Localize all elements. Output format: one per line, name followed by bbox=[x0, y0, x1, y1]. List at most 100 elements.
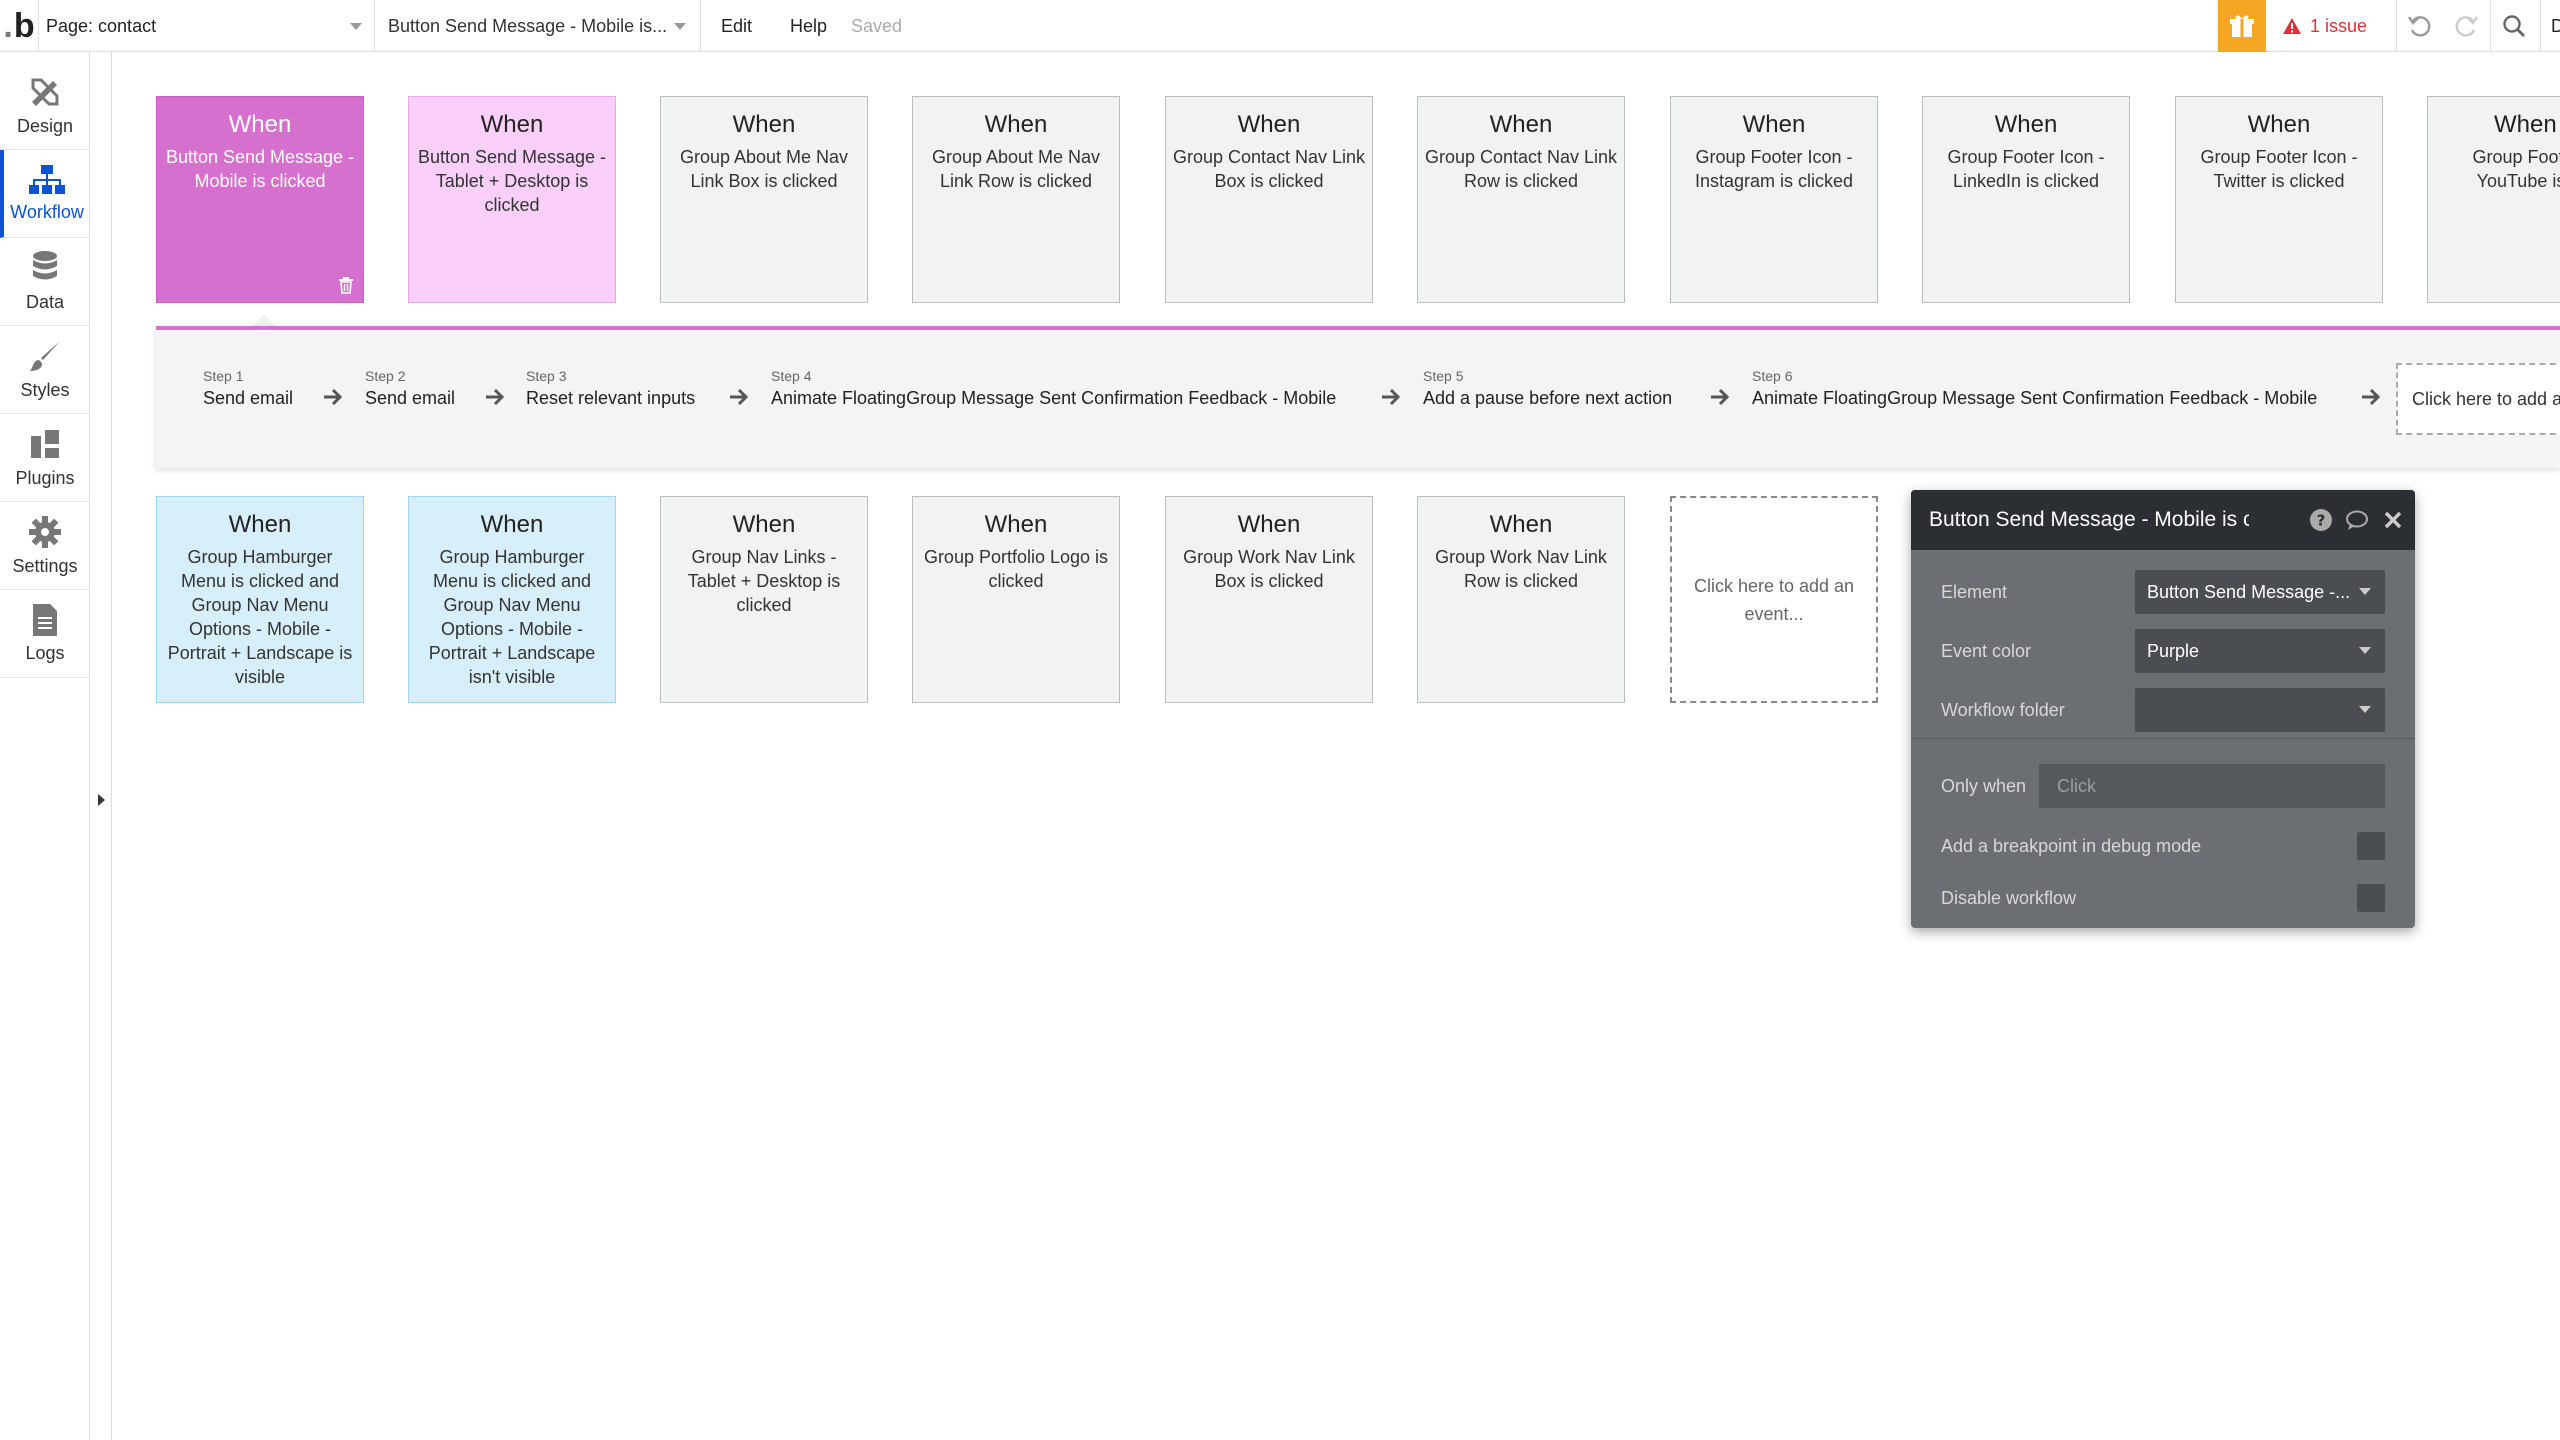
gift-button[interactable] bbox=[2218, 0, 2266, 52]
menu-edit[interactable]: Edit bbox=[721, 0, 752, 52]
workflow-step[interactable]: Step 3 Reset relevant inputs bbox=[526, 368, 695, 409]
event-card[interactable]: When Group About Me Nav Link Box is clic… bbox=[660, 96, 868, 303]
sidebar-item-label: Workflow bbox=[10, 202, 84, 222]
event-when-label: When bbox=[1994, 111, 2058, 138]
save-status: Saved bbox=[851, 15, 903, 36]
panel-header[interactable]: Button Send Message - Mobile is clicked … bbox=[1911, 490, 2415, 550]
add-event-button[interactable]: Click here to add an event... bbox=[1670, 496, 1878, 703]
chevron-down-icon bbox=[2359, 588, 2371, 595]
event-when-label: When bbox=[984, 111, 1048, 138]
event-description: Group Hamburger Menu is clicked and Grou… bbox=[167, 547, 353, 687]
event-color-value: Purple bbox=[2147, 640, 2200, 661]
event-card[interactable]: When Group Work Nav Link Row is clicked bbox=[1417, 496, 1625, 703]
event-card[interactable]: When Group Contact Nav Link Box is click… bbox=[1165, 96, 1373, 303]
only-when-input[interactable]: Click bbox=[2039, 764, 2385, 808]
event-card[interactable]: When Group Contact Nav Link Row is click… bbox=[1417, 96, 1625, 303]
workflow-steps-bar: Step 1 Send email Step 2 Send email Step… bbox=[156, 326, 2560, 468]
event-card[interactable]: When Group Footer Icon - Twitter is clic… bbox=[2175, 96, 2383, 303]
bubble-logo[interactable]: .b bbox=[0, 0, 38, 52]
collapse-rail bbox=[90, 52, 112, 1440]
workflow-folder-dropdown[interactable] bbox=[2135, 688, 2385, 732]
page-selector[interactable]: Page: contact bbox=[46, 0, 372, 52]
event-description: Group Hamburger Menu is clicked and Grou… bbox=[428, 547, 596, 687]
step-action: Animate FloatingGroup Message Sent Confi… bbox=[771, 388, 1337, 408]
chevron-down-icon bbox=[2359, 706, 2371, 713]
sidebar-item-workflow[interactable]: Workflow bbox=[0, 150, 90, 238]
close-icon[interactable] bbox=[2381, 508, 2405, 532]
event-when-label: When bbox=[1489, 511, 1553, 538]
event-color-dropdown[interactable]: Purple bbox=[2135, 629, 2385, 673]
event-description: Button Send Message - Tablet + Desktop i… bbox=[417, 147, 607, 215]
disable-workflow-label: Disable workflow bbox=[1941, 887, 2077, 908]
sidebar-item-settings[interactable]: Settings bbox=[0, 502, 90, 590]
event-description: Group Footer Icon - Instagram is clicked bbox=[1694, 147, 1854, 191]
sidebar-item-label: Styles bbox=[20, 380, 70, 400]
event-card[interactable]: When Group Footer Icon - Instagram is cl… bbox=[1670, 96, 1878, 303]
redo-button[interactable] bbox=[2446, 0, 2486, 52]
disable-workflow-checkbox[interactable] bbox=[2357, 884, 2385, 912]
step-number: Step 5 bbox=[1423, 368, 1464, 384]
expand-arrow-icon[interactable] bbox=[98, 794, 105, 806]
sidebar-item-styles[interactable]: Styles bbox=[0, 326, 90, 414]
arrow-right-icon bbox=[2362, 388, 2381, 406]
sidebar-item-logs[interactable]: Logs bbox=[0, 590, 90, 678]
event-card[interactable]: When Group Work Nav Link Box is clicked bbox=[1165, 496, 1373, 703]
svg-text:?: ? bbox=[2317, 512, 2326, 530]
event-description: Group Footer Icon - LinkedIn is clicked bbox=[1947, 147, 2105, 191]
divider bbox=[700, 0, 701, 52]
gear-icon bbox=[29, 516, 61, 548]
sidebar-item-design[interactable]: Design bbox=[0, 62, 90, 150]
element-dropdown[interactable]: Button Send Message -... bbox=[2135, 570, 2385, 614]
step-number: Step 6 bbox=[1752, 368, 1793, 384]
step-action: Animate FloatingGroup Message Sent Confi… bbox=[1752, 388, 2318, 408]
comment-icon[interactable] bbox=[2345, 508, 2369, 532]
workflow-step[interactable]: Step 4 Animate FloatingGroup Message Sen… bbox=[771, 368, 1336, 409]
menu-help[interactable]: Help bbox=[790, 0, 827, 52]
add-action-button[interactable]: Click here to add an action... bbox=[2396, 363, 2560, 435]
gift-icon bbox=[2230, 15, 2254, 37]
workflow-selector[interactable]: Button Send Message - Mobile is... bbox=[388, 0, 688, 52]
workflow-step[interactable]: Step 1 Send email bbox=[203, 368, 293, 409]
divider bbox=[2490, 0, 2491, 52]
event-card[interactable]: When Group Footer Icon - YouTube is clic… bbox=[2427, 96, 2560, 303]
issues-indicator[interactable]: 1 issue bbox=[2282, 0, 2367, 52]
arrow-right-icon bbox=[1382, 388, 1401, 406]
search-button[interactable] bbox=[2494, 0, 2534, 52]
workflow-step[interactable]: Step 2 Send email bbox=[365, 368, 455, 409]
trash-icon[interactable] bbox=[337, 276, 355, 294]
topbar-overflow-item[interactable]: D bbox=[2551, 0, 2560, 52]
undo-button[interactable] bbox=[2400, 0, 2440, 52]
event-card[interactable]: When Group Nav Links - Tablet + Desktop … bbox=[660, 496, 868, 703]
workflow-step[interactable]: Step 5 Add a pause before next action bbox=[1423, 368, 1672, 409]
sidebar-item-label: Data bbox=[25, 292, 65, 312]
step-number: Step 2 bbox=[365, 368, 406, 384]
event-card[interactable]: When Group About Me Nav Link Row is clic… bbox=[912, 96, 1120, 303]
event-when-label: When bbox=[480, 511, 544, 538]
event-card[interactable]: When Button Send Message - Tablet + Desk… bbox=[408, 96, 616, 303]
event-card[interactable]: When Group Hamburger Menu is clicked and… bbox=[408, 496, 616, 703]
help-icon[interactable]: ? bbox=[2309, 508, 2333, 532]
step-action: Send email bbox=[365, 388, 456, 408]
database-icon bbox=[33, 251, 57, 280]
workflow-step[interactable]: Step 6 Animate FloatingGroup Message Sen… bbox=[1752, 368, 2317, 409]
breakpoint-checkbox[interactable] bbox=[2357, 832, 2385, 860]
sidebar-item-label: Logs bbox=[25, 643, 65, 663]
event-when-label: When bbox=[732, 511, 796, 538]
event-card[interactable]: When Group Footer Icon - LinkedIn is cli… bbox=[1922, 96, 2130, 303]
event-card[interactable]: When Group Portfolio Logo is clicked bbox=[912, 496, 1120, 703]
step-number: Step 3 bbox=[526, 368, 567, 384]
sidebar-item-plugins[interactable]: Plugins bbox=[0, 414, 90, 502]
chevron-down-icon bbox=[350, 23, 362, 30]
event-description: Group Nav Links - Tablet + Desktop is cl… bbox=[687, 547, 841, 615]
left-sidebar: Design Workflow Data Styles Plugins Sett… bbox=[0, 52, 90, 1440]
design-icon bbox=[31, 78, 59, 106]
sidebar-item-data[interactable]: Data bbox=[0, 238, 90, 326]
only-when-label: Only when bbox=[1941, 775, 2027, 796]
event-description: Group Contact Nav Link Box is clicked bbox=[1172, 147, 1366, 191]
step-number: Step 4 bbox=[771, 368, 812, 384]
undo-icon bbox=[2408, 16, 2431, 37]
event-card-button-send-message-mobile[interactable]: When Button Send Message - Mobile is cli… bbox=[156, 96, 364, 303]
step-action: Send email bbox=[203, 388, 294, 408]
event-card[interactable]: When Group Hamburger Menu is clicked and… bbox=[156, 496, 364, 703]
event-when-label: When bbox=[228, 111, 292, 138]
